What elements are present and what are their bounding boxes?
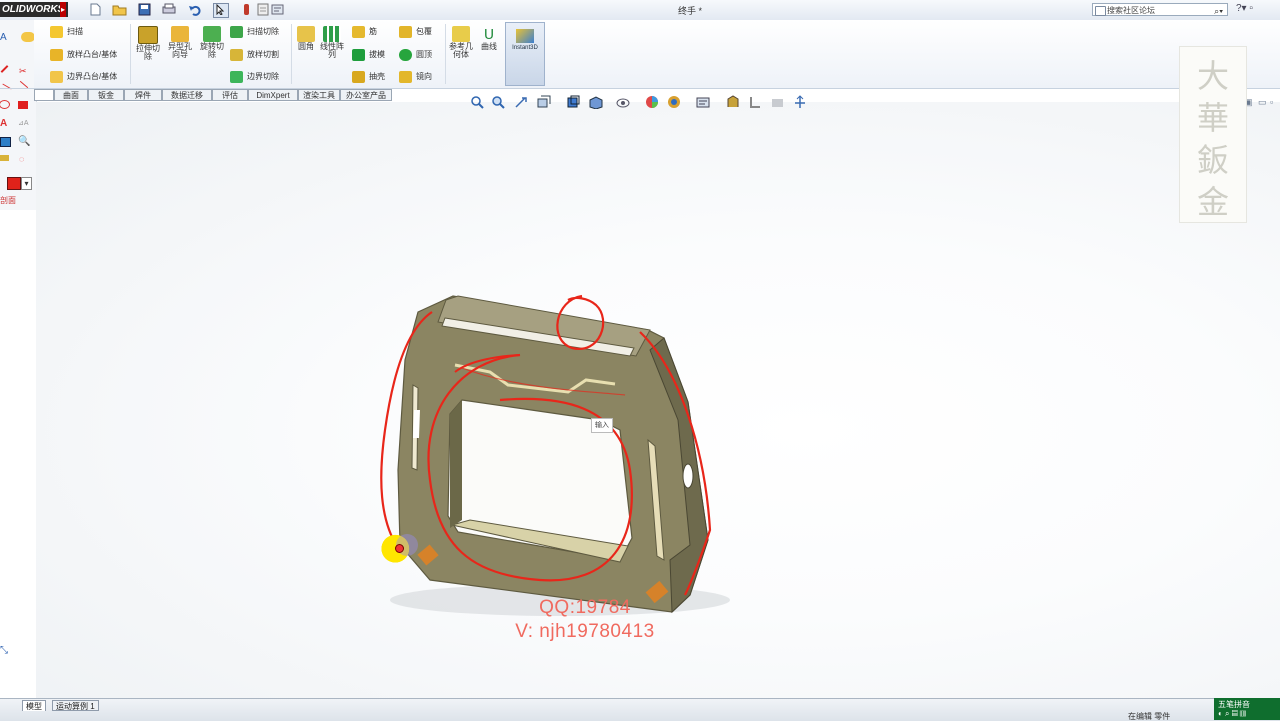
contact-watermark: QQ:19784 V: njh19780413 <box>465 596 705 644</box>
status-bar: 模型 运动算例 1 在编辑 零件 <box>0 698 1280 721</box>
left-slot-2 <box>413 410 420 438</box>
right-hole <box>682 463 694 489</box>
tab-motion-study[interactable]: 运动算例 1 <box>52 700 99 711</box>
ime-indicator[interactable]: 五笔拼音 ◐ ⌕ ▤ ▥ <box>1214 698 1280 720</box>
ime-tools-icon[interactable]: ◐ ⌕ ▤ ▥ <box>1218 709 1246 719</box>
input-tooltip: 输入 <box>591 418 613 433</box>
watermark-wechat: V: njh19780413 <box>515 621 655 642</box>
status-text: 在编辑 零件 <box>1128 712 1171 721</box>
pen-cursor-icon <box>395 544 404 553</box>
tab-model[interactable]: 模型 <box>22 700 46 711</box>
triad-icon: ⤡ <box>0 645 8 656</box>
window-left-edge <box>450 400 462 528</box>
watermark-qq: QQ:19784 <box>539 597 631 618</box>
